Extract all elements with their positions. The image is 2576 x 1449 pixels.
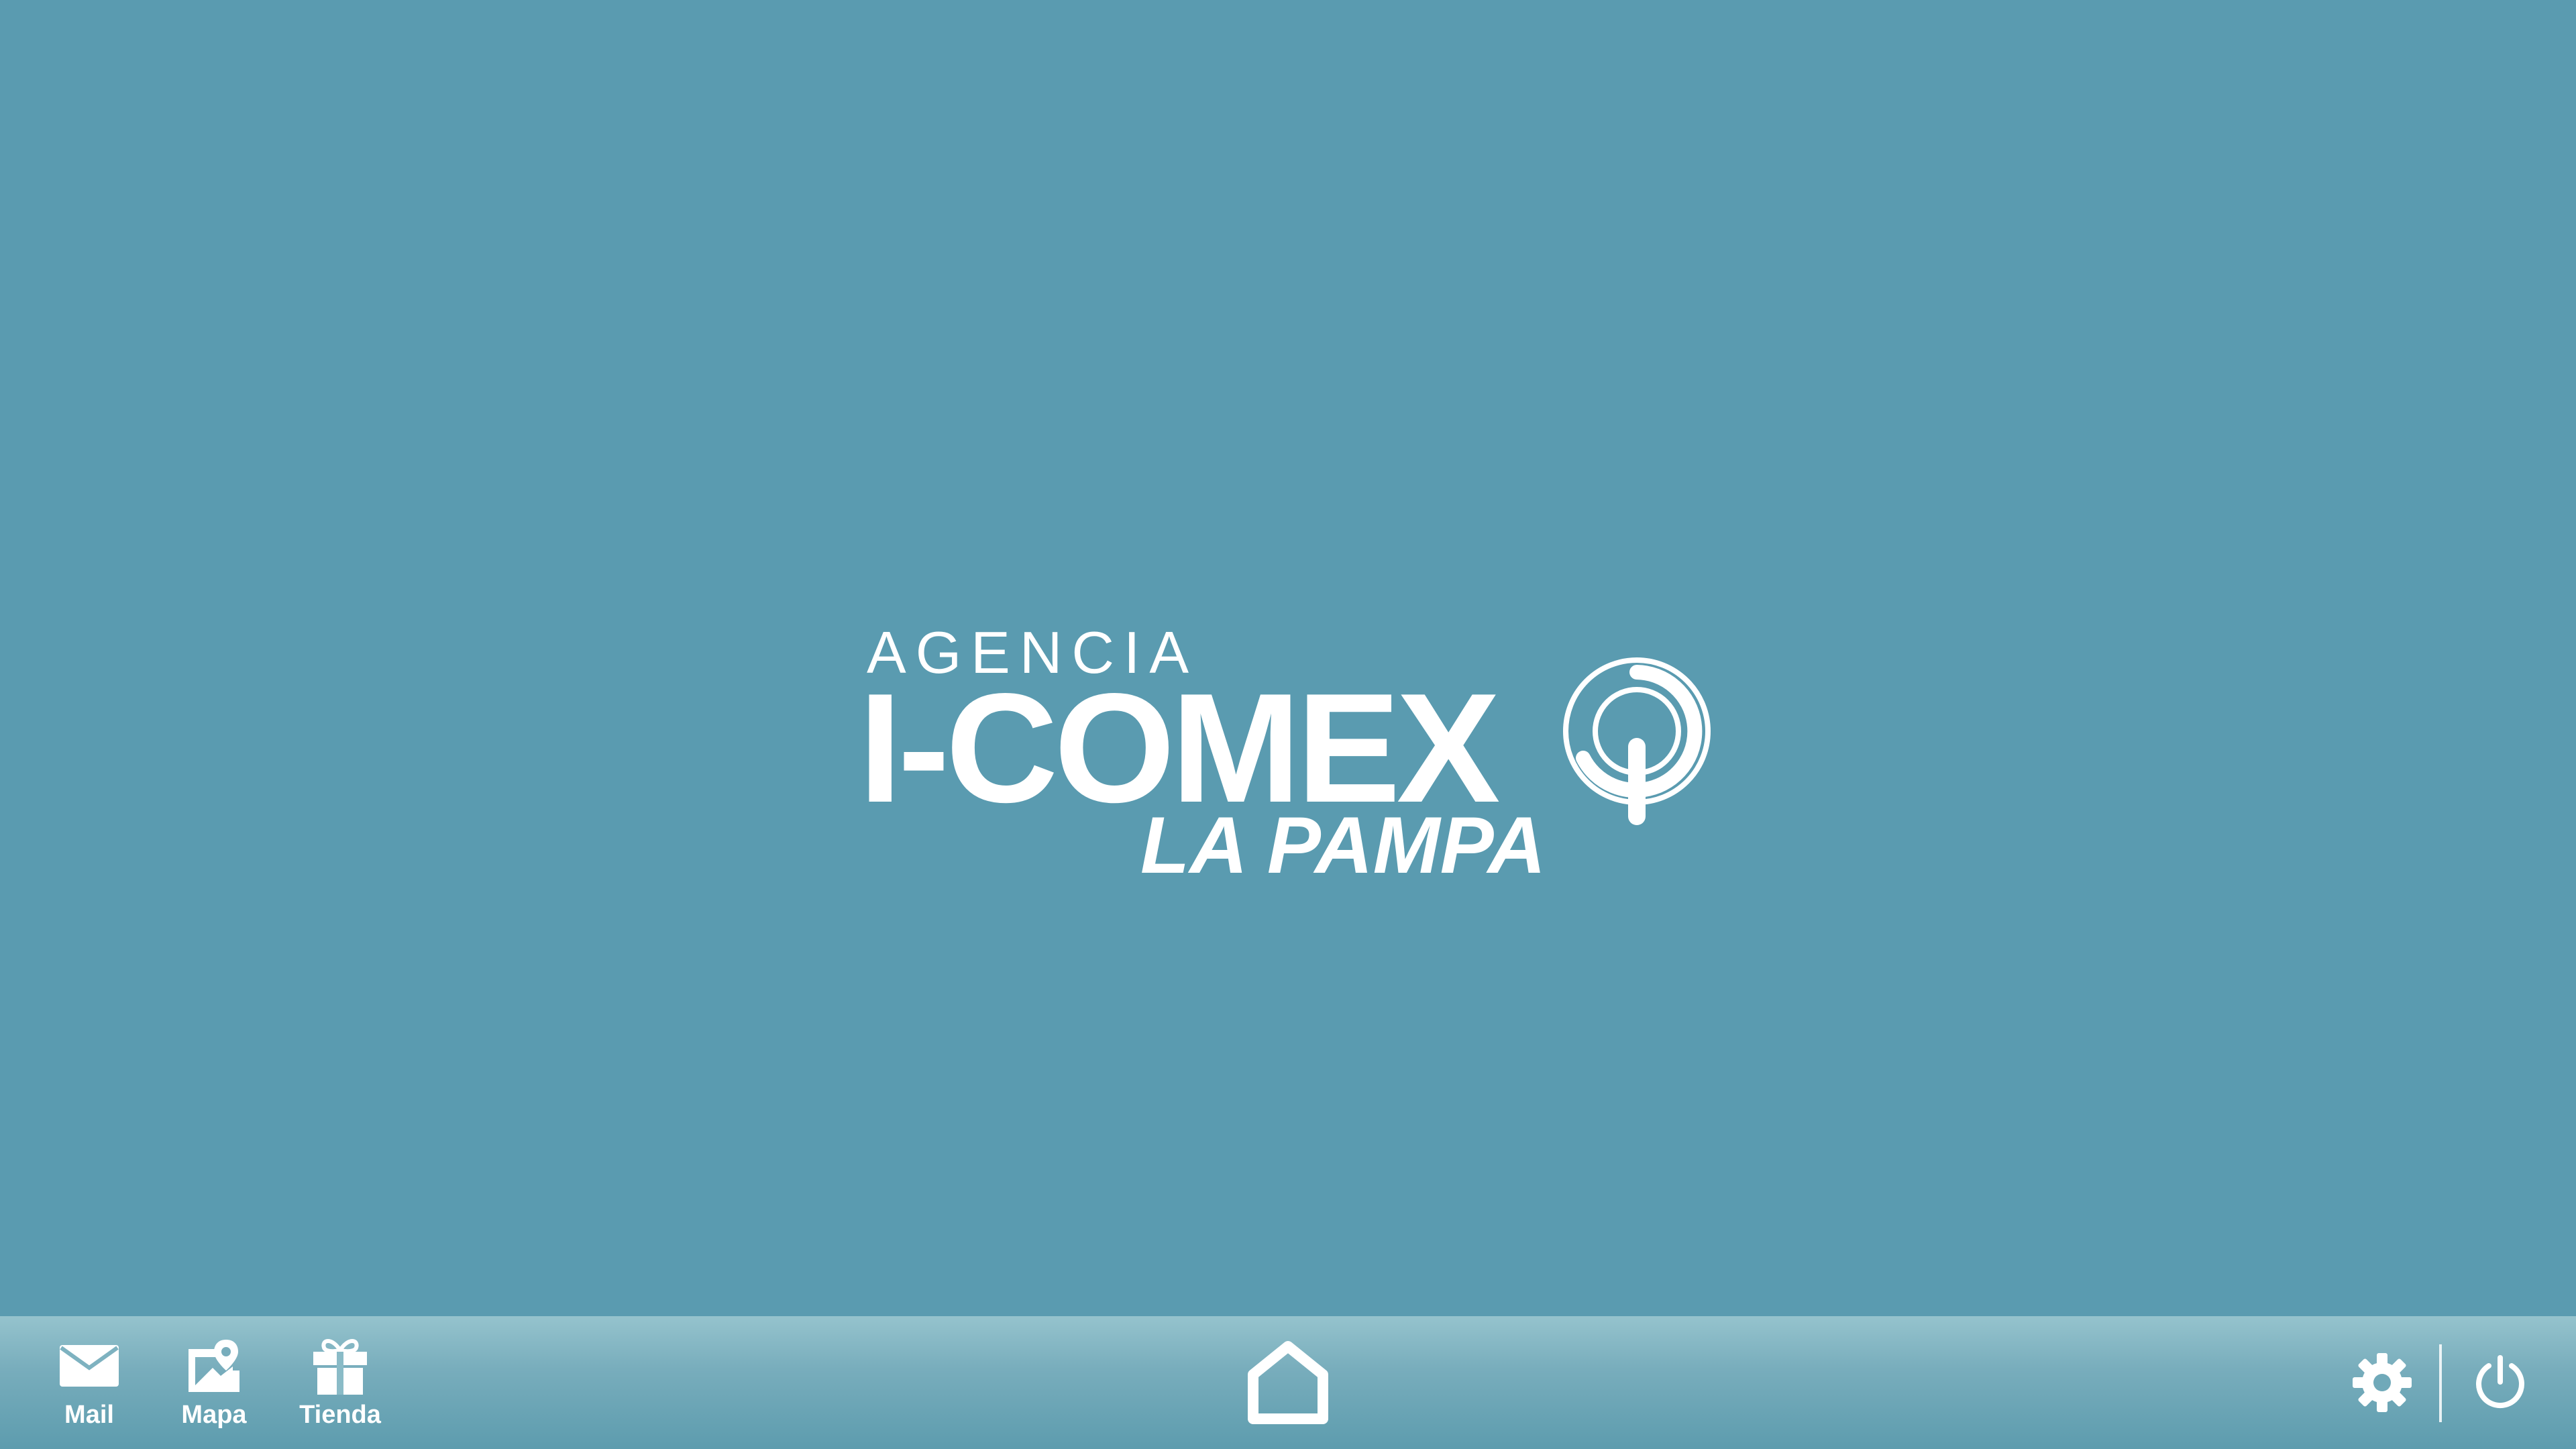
- taskbar-app-mail[interactable]: Mail: [32, 1335, 146, 1442]
- mail-icon: [56, 1335, 123, 1397]
- home-button[interactable]: [1242, 1338, 1334, 1429]
- desktop: AGENCIA I-COMEX LA PAMPA Mail Mapa Tiend…: [0, 0, 2576, 1449]
- home-icon: [1248, 1341, 1328, 1424]
- gift-icon: [307, 1335, 374, 1397]
- gear-icon: [2353, 1353, 2412, 1412]
- agency-logo: AGENCIA I-COMEX LA PAMPA: [859, 604, 1717, 899]
- taskbar-app-label: Mail: [64, 1401, 114, 1429]
- taskbar-app-mapa[interactable]: Mapa: [157, 1335, 271, 1442]
- power-button[interactable]: [2463, 1346, 2537, 1419]
- taskbar-app-label: Mapa: [181, 1401, 247, 1429]
- logo-region-text: LA PAMPA: [1140, 800, 1546, 890]
- taskbar-app-label: Tienda: [299, 1401, 381, 1429]
- taskbar-divider: [2439, 1344, 2442, 1422]
- map-icon: [180, 1335, 248, 1397]
- taskbar: Mail Mapa Tienda: [0, 1316, 2576, 1449]
- settings-button[interactable]: [2345, 1346, 2419, 1419]
- logo-mark-icon: [1563, 657, 1711, 825]
- taskbar-app-tienda[interactable]: Tienda: [283, 1335, 397, 1442]
- power-icon: [2476, 1355, 2524, 1409]
